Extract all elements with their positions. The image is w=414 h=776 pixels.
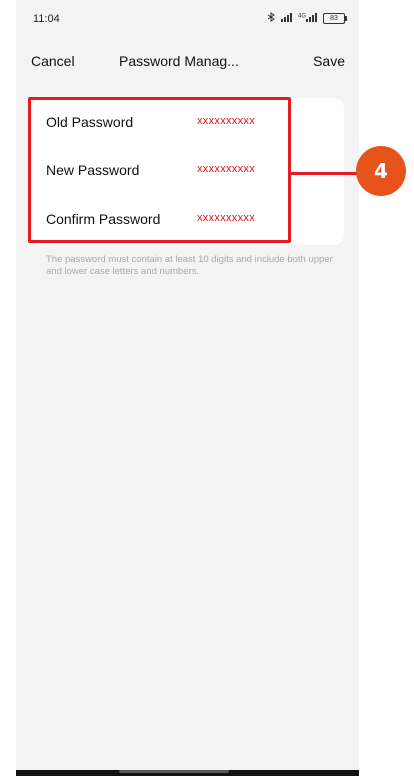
status-time: 11:04 bbox=[33, 13, 60, 25]
home-indicator[interactable] bbox=[119, 770, 229, 773]
battery-level: 83 bbox=[330, 15, 338, 22]
page-title: Password Manag... bbox=[119, 53, 239, 69]
signal-icon bbox=[280, 12, 293, 25]
battery-icon: 83 bbox=[323, 13, 347, 24]
cancel-button[interactable]: Cancel bbox=[31, 53, 75, 69]
status-icons: 4G 83 bbox=[267, 12, 347, 25]
bluetooth-icon bbox=[267, 12, 276, 25]
4g-signal-icon: 4G bbox=[297, 12, 318, 25]
status-bar: 11:04 4G 83 bbox=[16, 0, 359, 38]
password-hint-text: The password must contain at least 10 di… bbox=[46, 254, 333, 277]
top-navigation: Cancel Password Manag... Save bbox=[16, 38, 359, 84]
network-type: 4G bbox=[297, 13, 306, 20]
annotation-step-badge: 4 bbox=[356, 146, 406, 196]
annotation-highlight-box bbox=[28, 97, 291, 243]
save-button[interactable]: Save bbox=[313, 53, 345, 69]
step-number: 4 bbox=[374, 159, 388, 183]
annotation-connector-line bbox=[291, 172, 364, 175]
navigation-bar bbox=[16, 770, 359, 776]
